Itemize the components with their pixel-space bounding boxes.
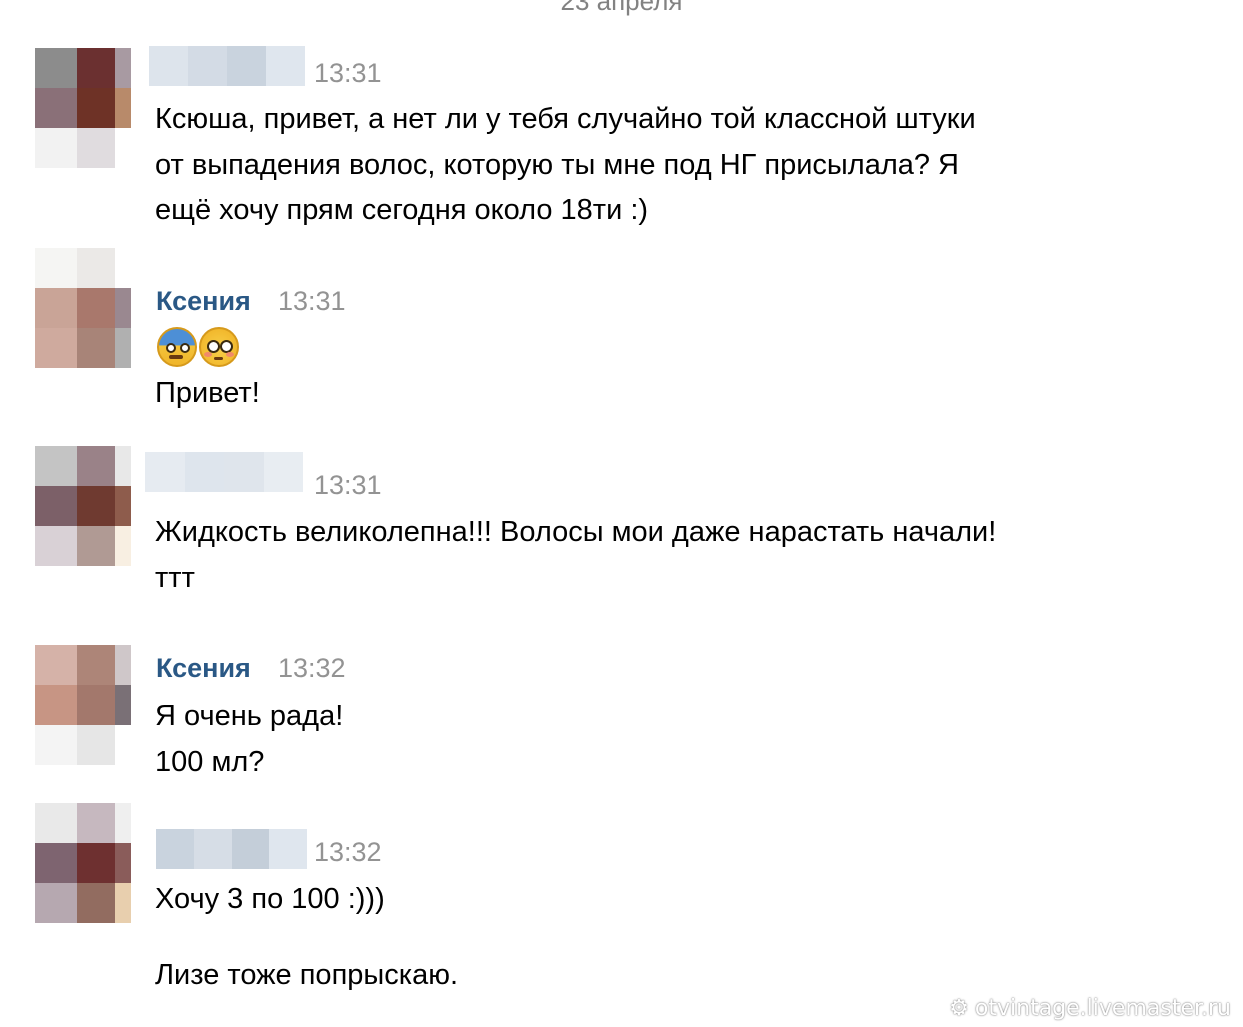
author-name[interactable]: Ксения [156, 648, 251, 688]
avatar[interactable] [35, 48, 131, 168]
author-name[interactable]: Ксения [156, 281, 251, 321]
message-text: Ксюша, привет, а нет ли у тебя случайно … [155, 103, 976, 226]
author-name-blurred[interactable] [149, 46, 305, 86]
author-name-blurred[interactable] [156, 829, 307, 869]
message-time: 13:31 [314, 58, 382, 88]
avatar[interactable] [35, 248, 131, 368]
date-separator: 23 апреля [560, 0, 683, 16]
message-time: 13:31 [314, 470, 382, 500]
avatar[interactable] [35, 645, 131, 765]
avatar[interactable] [35, 446, 131, 566]
message-text: Хочу 3 по 100 :))) [155, 883, 385, 915]
message-time: 13:31 [278, 286, 346, 316]
gear-icon: ⚙ [949, 996, 969, 1021]
message-text: Жидкость великолепна!!! Волосы мои даже … [155, 516, 997, 594]
message-text: Я очень рада! 100 мл? [155, 700, 344, 778]
emoji-row [157, 327, 239, 367]
message-text-followup: Лизе тоже попрыскаю. [155, 959, 458, 991]
message-text: Привет! [155, 377, 260, 409]
cold-sweat-face-icon [157, 327, 197, 367]
flushed-face-icon [199, 327, 239, 367]
author-name-blurred[interactable] [145, 452, 303, 492]
watermark: ⚙ otvintage.livemaster.ru [949, 996, 1231, 1021]
message-time: 13:32 [278, 653, 346, 683]
avatar[interactable] [35, 803, 131, 923]
message-time: 13:32 [314, 837, 382, 867]
watermark-text: otvintage.livemaster.ru [974, 996, 1231, 1021]
